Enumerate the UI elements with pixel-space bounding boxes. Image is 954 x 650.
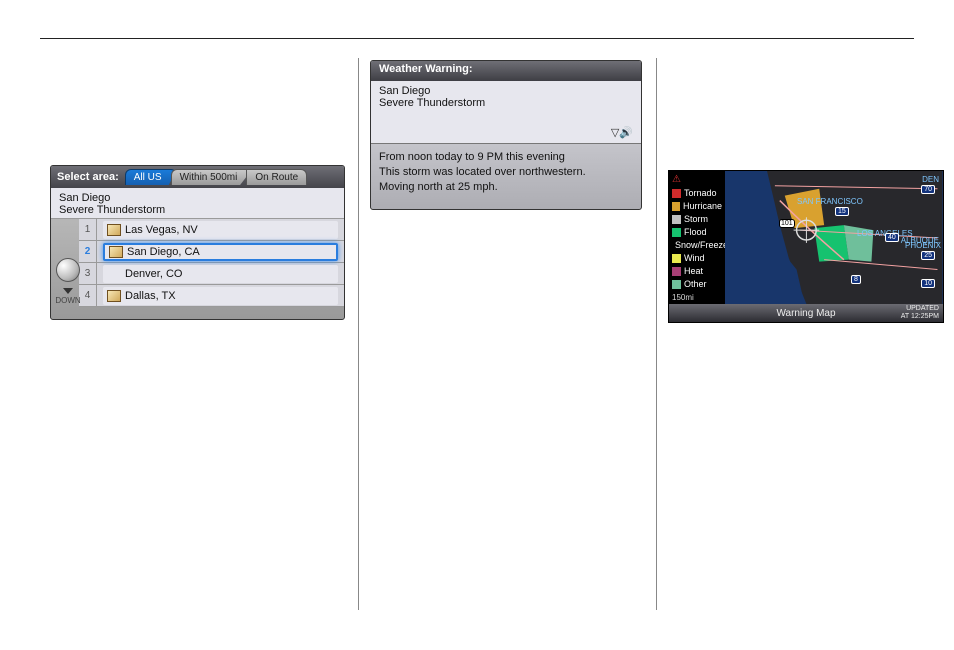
updated-time: AT 12:25PM [901, 313, 939, 320]
interstate-badge: 40 [885, 233, 899, 242]
info-event: Severe Thunderstorm [59, 204, 336, 216]
interstate-badge: 15 [835, 207, 849, 216]
select-area-title: Select area: [57, 171, 119, 183]
legend-row: Other [672, 278, 722, 290]
legend-row: Tornado [672, 187, 722, 199]
scroll-knob[interactable] [56, 258, 80, 282]
warning-city: San Diego [379, 85, 633, 97]
warning-summary: San Diego Severe Thunderstorm ▽🔊 [371, 81, 641, 144]
interstate-badge: 8 [851, 275, 861, 284]
map-icon [107, 290, 121, 302]
warning-map-panel: ⚠ Tornado Hurricane Storm Flood Snow/Fre… [668, 170, 944, 323]
warning-event: Severe Thunderstorm [379, 97, 633, 109]
legend-row: Snow/Freeze [672, 239, 722, 251]
list-item[interactable]: 2 San Diego, CA [79, 241, 344, 263]
speaker-icon[interactable]: ▽🔊 [611, 126, 633, 139]
map-footer: Warning Map UPDATED AT 12:25PM [669, 304, 943, 322]
updated-label: UPDATED [906, 305, 939, 312]
tab-all-us[interactable]: All US [125, 169, 177, 185]
tab-on-route[interactable]: On Route [246, 169, 307, 185]
list-item[interactable]: 3 Denver, CO [79, 263, 344, 285]
weather-warning-header: Weather Warning: [371, 61, 641, 81]
list-item[interactable]: 1 Las Vegas, NV [79, 219, 344, 241]
info-city: San Diego [59, 192, 336, 204]
selected-area-info: San Diego Severe Thunderstorm [51, 188, 344, 219]
map-area[interactable]: SAN FRANCISCO LOS ANGELES PHOENIX ALBUQU… [725, 171, 943, 304]
legend-row: Wind [672, 252, 722, 264]
divider-rule [40, 38, 914, 39]
route-badge: 101 [779, 219, 795, 228]
map-label-alb: ALBUQUE [901, 236, 939, 245]
weather-warning-panel: Weather Warning: San Diego Severe Thunde… [370, 60, 642, 210]
map-label-sf: SAN FRANCISCO [797, 197, 863, 206]
legend-row: Flood [672, 226, 722, 238]
chevron-down-icon [63, 288, 73, 294]
select-area-panel: Select area: All US Within 500mi On Rout… [50, 165, 345, 320]
interstate-badge: 25 [921, 251, 935, 260]
map-legend: ⚠ Tornado Hurricane Storm Flood Snow/Fre… [669, 171, 725, 304]
column-divider [656, 58, 657, 610]
tab-within-500mi[interactable]: Within 500mi [171, 169, 253, 185]
select-area-header: Select area: All US Within 500mi On Rout… [51, 166, 344, 188]
area-list: 1 Las Vegas, NV 2 San Diego, CA 3 Denver… [79, 219, 344, 307]
legend-row: Heat [672, 265, 722, 277]
down-label: DOWN [55, 296, 80, 305]
legend-row: Hurricane [672, 200, 722, 212]
map-icon [107, 224, 121, 236]
scale-label: 150mi [672, 293, 694, 302]
interstate-badge: 10 [921, 279, 935, 288]
map-icon [109, 246, 123, 258]
area-tabs: All US Within 500mi On Route [125, 169, 307, 185]
warning-body: From noon today to 9 PM this evening Thi… [371, 144, 641, 201]
legend-row: Storm [672, 213, 722, 225]
map-title: Warning Map [776, 308, 835, 319]
map-label-de: DEN [922, 175, 939, 184]
interstate-badge: 70 [921, 185, 935, 194]
column-divider [358, 58, 359, 610]
list-item[interactable]: 4 Dallas, TX [79, 285, 344, 307]
